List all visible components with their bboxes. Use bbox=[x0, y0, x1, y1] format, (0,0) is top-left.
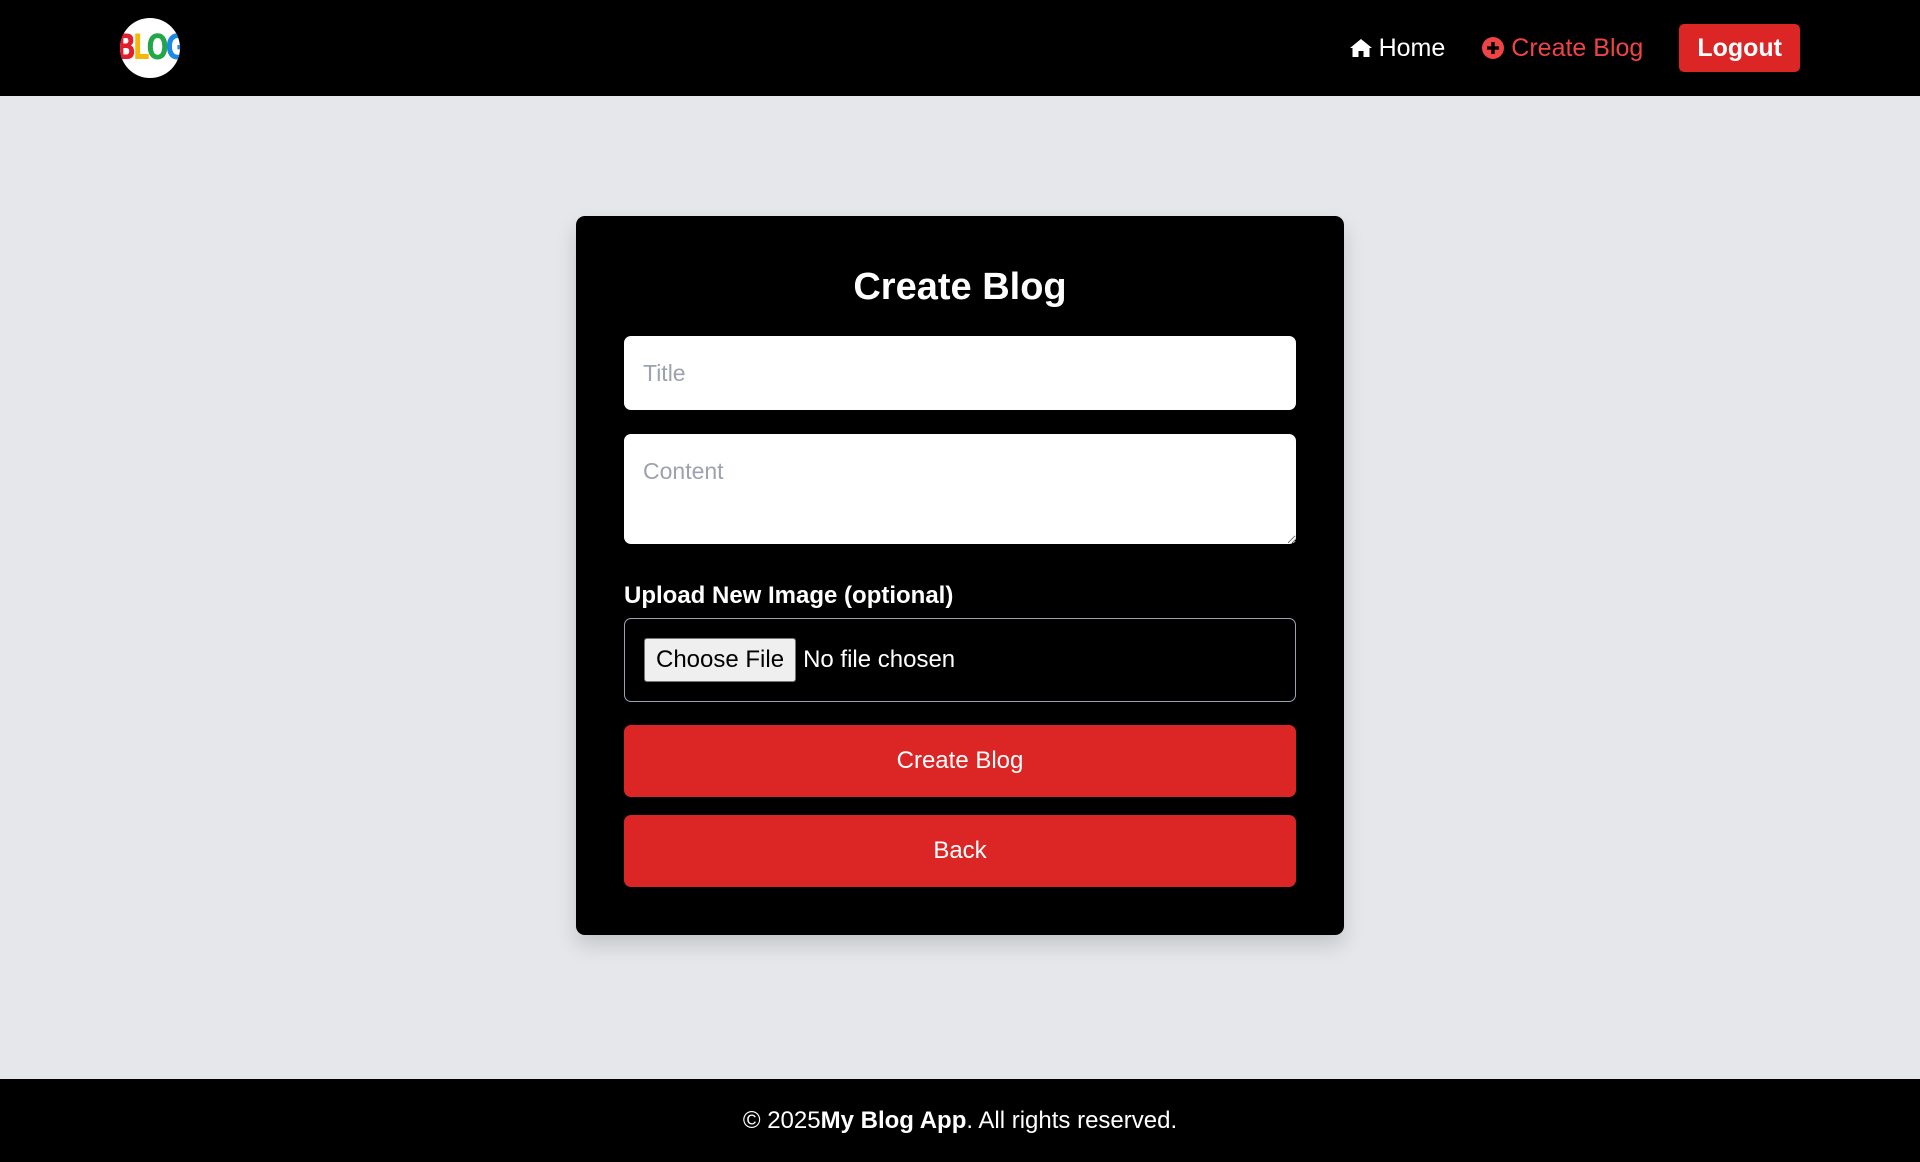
logo-letter: L bbox=[132, 27, 149, 69]
choose-file-button[interactable]: Choose File bbox=[644, 638, 797, 682]
home-icon bbox=[1349, 37, 1373, 59]
content-textarea[interactable] bbox=[624, 434, 1296, 544]
top-navbar: B L O G Home Create Blog Logout bbox=[0, 0, 1920, 96]
footer-copyright: © 2025 bbox=[742, 1106, 821, 1134]
file-upload-field[interactable]: Choose File No file chosen bbox=[624, 618, 1296, 702]
logout-button[interactable]: Logout bbox=[1679, 24, 1800, 72]
create-blog-submit-button[interactable]: Create Blog bbox=[624, 725, 1296, 797]
upload-image-label: Upload New Image (optional) bbox=[624, 582, 954, 609]
back-button[interactable]: Back bbox=[624, 815, 1296, 887]
nav-create-blog-label: Create Blog bbox=[1511, 33, 1644, 62]
plus-circle-icon bbox=[1481, 36, 1505, 60]
blog-logo[interactable]: B L O G bbox=[120, 18, 180, 78]
title-input[interactable] bbox=[624, 336, 1296, 410]
nav-home-link[interactable]: Home bbox=[1349, 33, 1446, 63]
page-title: Create Blog bbox=[853, 266, 1067, 308]
footer-rights: . All rights reserved. bbox=[966, 1106, 1178, 1134]
file-status-text: No file chosen bbox=[803, 646, 956, 673]
logo-letter: O bbox=[146, 27, 168, 69]
footer: © 2025 My Blog App . All rights reserved… bbox=[0, 1079, 1920, 1162]
logo-letter: B bbox=[120, 28, 136, 69]
nav-create-blog-link[interactable]: Create Blog bbox=[1481, 34, 1643, 63]
footer-app-name: My Blog App bbox=[820, 1106, 967, 1134]
nav-home-label: Home bbox=[1378, 33, 1446, 62]
nav-links: Home Create Blog Logout bbox=[1349, 24, 1800, 72]
logo-letter: G bbox=[166, 28, 180, 69]
